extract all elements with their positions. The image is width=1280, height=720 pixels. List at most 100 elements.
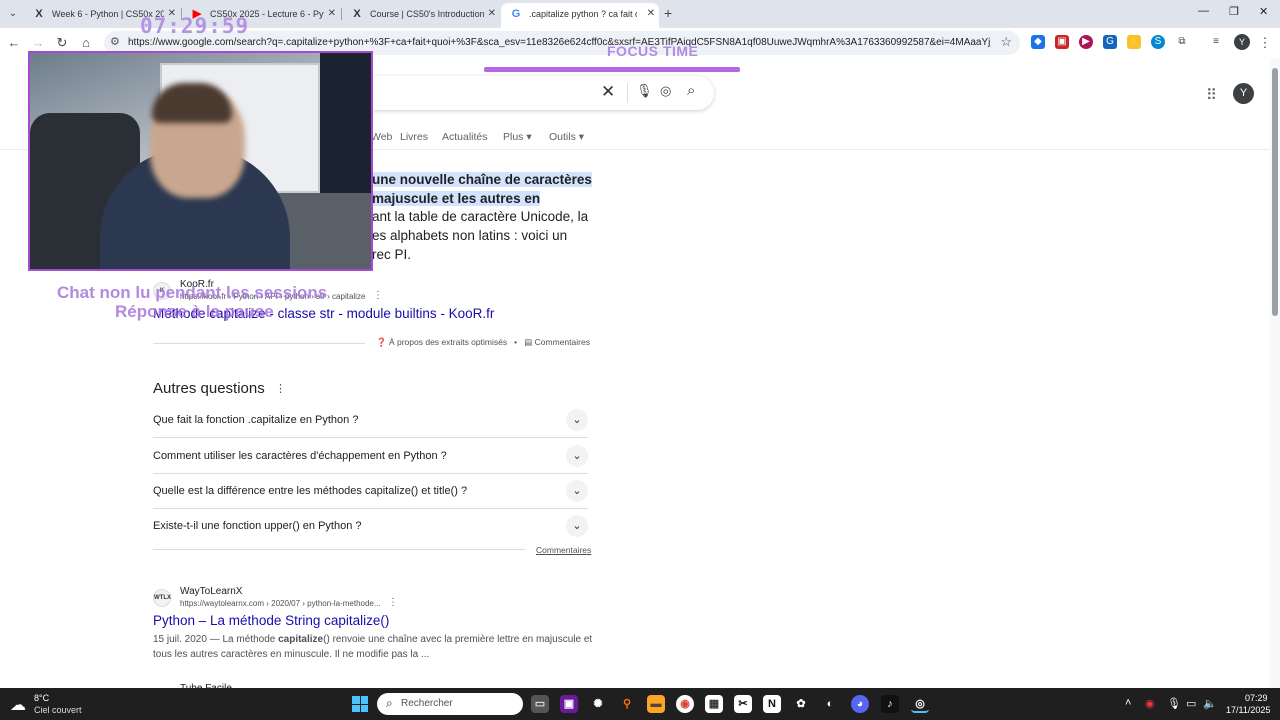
reload-icon[interactable]: ↻ [53, 34, 71, 52]
paa-feedback-link[interactable]: Commentaires [536, 545, 591, 555]
volume-icon[interactable]: 🔈 [1203, 697, 1217, 710]
google-search-box[interactable]: ✕ 🎙 ◎ ⌕ [372, 76, 714, 110]
taskbar-clock-date[interactable]: 17/11/2025 [1226, 705, 1270, 715]
discord-icon[interactable]: ◕ [851, 695, 869, 713]
search-tab-livres[interactable]: Livres [400, 131, 428, 143]
snippet-feedback-link[interactable]: Commentaires [535, 337, 590, 347]
forward-arrow-icon[interactable]: → [29, 34, 47, 52]
search-app-icon[interactable]: ⚲ [618, 695, 636, 713]
network-icon[interactable]: ▭ [1186, 697, 1196, 710]
browser-profile-avatar[interactable]: Y [1234, 34, 1250, 50]
tab-title: Course | CS50's Introduction to [370, 9, 484, 19]
google-account-avatar[interactable]: Y [1233, 83, 1254, 104]
chrome-active-icon[interactable]: ◎ [911, 695, 929, 713]
windows-start-icon[interactable] [352, 696, 368, 712]
extension-sync-icon[interactable]: S [1151, 35, 1165, 49]
result-title-link[interactable]: Python – La méthode String capitalize() [153, 613, 389, 628]
new-tab-plus-icon[interactable]: + [664, 5, 672, 21]
site-info-icon[interactable]: ⚙ [110, 35, 120, 48]
close-tab-icon[interactable]: ✕ [647, 3, 655, 25]
extension-shield-icon[interactable]: ◆ [1031, 35, 1045, 49]
settings-gear-icon[interactable]: ✺ [589, 695, 607, 713]
capcut-icon[interactable]: ✂ [734, 695, 752, 713]
result-desc-text: — La méthode [206, 634, 279, 645]
store-icon[interactable]: ▦ [705, 695, 723, 713]
app-launcher-icon[interactable]: ▣ [560, 695, 578, 713]
weather-description[interactable]: Ciel couvert [34, 705, 82, 715]
search-tab-plus[interactable]: Plus ▾ [503, 131, 532, 143]
tab-google-search[interactable]: G .capitalize python ? ca fait quoi ✕ [501, 3, 659, 28]
paa-question-text: Comment utiliser les caractères d'échapp… [153, 450, 447, 462]
close-tab-icon[interactable]: ✕ [488, 3, 496, 25]
search-tab-web[interactable]: Web [371, 131, 392, 143]
minimize-icon[interactable]: — [1198, 5, 1209, 17]
cloud-weather-icon[interactable]: ☁ [10, 695, 26, 715]
file-explorer-icon[interactable]: ▬ [647, 695, 665, 713]
scrollbar-thumb[interactable] [1272, 68, 1278, 316]
google-apps-grid-icon[interactable]: ⠿ [1206, 86, 1217, 104]
tab-cs50-course[interactable]: X Course | CS50's Introduction to ✕ [342, 3, 500, 28]
back-arrow-icon[interactable]: ← [5, 34, 23, 52]
tray-chevron-icon[interactable]: ˄ [1125, 697, 1131, 709]
chatgpt-icon[interactable]: ✿ [792, 695, 810, 713]
result-site-name[interactable]: WayToLearnX [180, 586, 242, 597]
chat-notice: Chat non lu pendant les sessions [57, 283, 328, 302]
voice-search-icon[interactable]: 🎙 [636, 83, 653, 99]
chevron-down-icon[interactable]: ⌄ [566, 480, 588, 502]
result-breadcrumb-url[interactable]: https://waytolearnx.com › 2020/07 › pyth… [180, 599, 381, 608]
paa-question[interactable]: Quelle est la différence entre les métho… [153, 474, 588, 509]
bookmark-star-icon[interactable]: ☆ [1000, 34, 1012, 50]
page-scrollbar[interactable] [1270, 58, 1280, 688]
about-snippets-link[interactable]: À propos des extraits optimisés [389, 337, 507, 347]
search-icon[interactable]: ⌕ [687, 82, 695, 99]
google-lens-icon[interactable]: ◎ [660, 83, 671, 99]
extension-play-icon[interactable]: ▶ [1079, 35, 1093, 49]
task-view-icon[interactable]: ▭ [531, 695, 549, 713]
tiktok-icon[interactable]: ♪ [881, 695, 899, 713]
result-desc-bold: capitalize [278, 634, 324, 645]
close-tab-icon[interactable]: ✕ [328, 3, 336, 25]
snippet-highlight: une nouvelle chaîne de caractères [372, 172, 592, 187]
edx-favicon-icon: X [353, 8, 361, 20]
taskbar-search-box[interactable]: ⌕ Rechercher [377, 693, 523, 715]
url-text[interactable]: https://www.google.com/search?q=.capital… [128, 37, 990, 48]
edx-favicon-icon: X [35, 8, 43, 20]
notion-icon[interactable]: N [763, 695, 781, 713]
search-tab-outils[interactable]: Outils ▾ [549, 131, 584, 143]
snippet-text: ant la table de caractère Unicode, la [372, 209, 589, 225]
paa-more-options-icon[interactable]: ⋮ [275, 382, 286, 395]
chevron-down-icon[interactable]: ⌄ [566, 515, 588, 537]
taskbar-search-placeholder: Rechercher [401, 698, 453, 709]
reading-list-icon[interactable]: ≡ [1209, 35, 1223, 49]
tray-app-icon[interactable]: ◉ [1145, 697, 1155, 710]
taskbar-clock-time[interactable]: 07:29 [1245, 693, 1268, 703]
tab-search-icon[interactable]: ⌄ [5, 6, 21, 22]
obs-icon[interactable]: ◐ [821, 695, 839, 713]
paa-question[interactable]: Que fait la fonction .capitalize en Pyth… [153, 403, 588, 438]
result-more-options-icon[interactable]: ⋮ [373, 290, 383, 301]
extension-grammar-icon[interactable]: G [1103, 35, 1117, 49]
home-icon[interactable]: ⌂ [77, 34, 95, 52]
extension-bolt-icon[interactable]: ⚡ [1127, 35, 1141, 49]
result-description: 15 juil. 2020 — La méthode capitalize() … [153, 632, 593, 662]
dot-separator: • [509, 337, 522, 347]
chevron-down-icon[interactable]: ⌄ [566, 445, 588, 467]
clear-search-icon[interactable]: ✕ [601, 82, 615, 102]
snippet-highlight: majuscule et les autres en [372, 190, 541, 206]
search-tab-actualites[interactable]: Actualités [442, 131, 488, 143]
close-window-icon[interactable]: ✕ [1259, 5, 1268, 18]
webcam-monitor [320, 53, 371, 193]
paa-question[interactable]: Existe-t-il une fonction upper() en Pyth… [153, 509, 588, 544]
paa-question[interactable]: Comment utiliser les caractères d'échapp… [153, 439, 588, 474]
restore-icon[interactable]: ❐ [1229, 5, 1239, 18]
extension-badge-icon[interactable]: ▣ [1055, 35, 1069, 49]
result-more-options-icon[interactable]: ⋮ [388, 597, 398, 608]
weather-temperature[interactable]: 8°C [34, 693, 49, 703]
microphone-icon[interactable]: 🎙 [1167, 697, 1181, 710]
browser-menu-icon[interactable]: ⋮ [1256, 34, 1274, 52]
paa-heading: Autres questions [153, 380, 265, 397]
extensions-puzzle-icon[interactable]: ⧉ [1175, 35, 1189, 49]
snippet-footer: ❓ À propos des extraits optimisés • ▤ Co… [376, 337, 590, 348]
chevron-down-icon[interactable]: ⌄ [566, 409, 588, 431]
chrome-icon[interactable]: ◉ [676, 695, 694, 713]
